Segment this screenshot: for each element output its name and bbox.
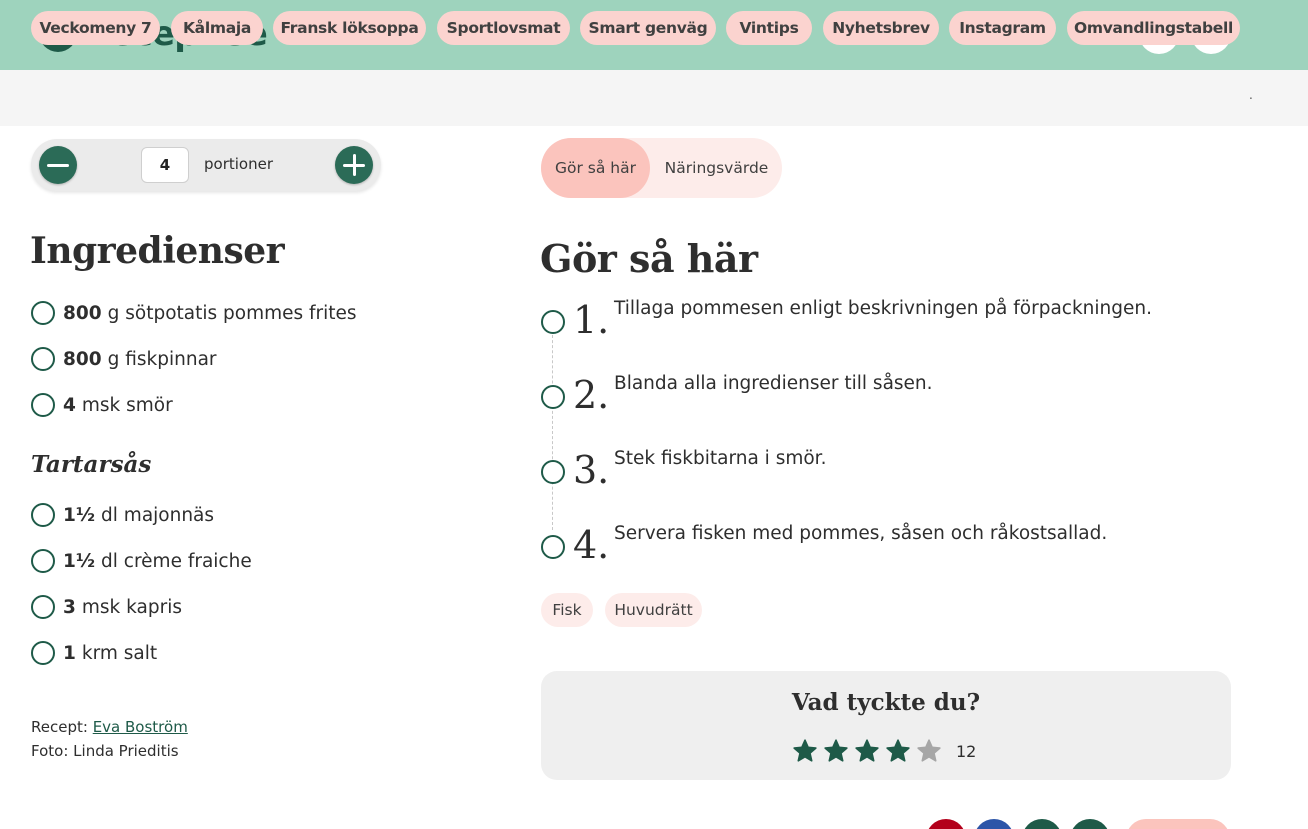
chip-fransk-loksoppa[interactable]: Fransk löksoppa [273, 11, 426, 45]
check-circle-icon[interactable] [541, 460, 565, 484]
star-icon[interactable] [854, 738, 880, 764]
ingredient-item[interactable]: 1½ dl crème fraiche [31, 548, 252, 574]
ingredient-text: g sötpotatis pommes frites [107, 302, 357, 324]
rating-count: 12 [956, 741, 977, 761]
ingredients-heading: Ingredienser [30, 230, 285, 272]
ingredient-amount: 800 [63, 348, 102, 370]
chip-instagram[interactable]: Instagram [949, 11, 1056, 45]
step-text: Servera fisken med pommes, såsen och råk… [614, 523, 1108, 544]
ingredient-item[interactable]: 3 msk kapris [31, 594, 182, 620]
check-circle-icon[interactable] [31, 549, 55, 573]
ingredient-amount: 800 [63, 302, 102, 324]
chip-omvandlingstabell[interactable]: Omvandlingstabell [1067, 11, 1240, 45]
star-icon[interactable] [823, 738, 849, 764]
portions-input[interactable] [141, 147, 189, 183]
ingredient-text: msk kapris [81, 596, 182, 618]
chip-nyhetsbrev[interactable]: Nyhetsbrev [823, 11, 939, 45]
portions-label: portioner [204, 155, 273, 173]
recipe-credit-label: Recept: [31, 718, 88, 736]
check-circle-icon[interactable] [31, 347, 55, 371]
ingredient-text: dl majonnäs [101, 504, 215, 526]
chip-sportlovsmat[interactable]: Sportlovsmat [437, 11, 570, 45]
share-pinterest-button[interactable] [926, 819, 966, 829]
print-button[interactable] [1126, 819, 1230, 829]
portions-stepper: portioner [31, 139, 381, 191]
check-circle-icon[interactable] [31, 595, 55, 619]
quick-links-bar [0, 70, 1308, 126]
tag-huvudratt[interactable]: Huvudrätt [605, 593, 702, 627]
check-circle-icon[interactable] [31, 641, 55, 665]
chip-overflow: . [1249, 88, 1253, 102]
star-icon[interactable] [916, 738, 942, 764]
chip-vintips[interactable]: Vintips [726, 11, 812, 45]
ingredient-text: msk smör [81, 394, 173, 416]
chip-kalmaja[interactable]: Kålmaja [171, 11, 263, 45]
increase-portions-button[interactable] [335, 146, 373, 184]
check-circle-icon[interactable] [31, 503, 55, 527]
photo-credit-label: Foto: [31, 742, 69, 760]
photo-credit: Foto: Linda Prieditis [31, 742, 179, 760]
star-icon[interactable] [792, 738, 818, 764]
ingredient-item[interactable]: 1 krm salt [31, 640, 157, 666]
recipe-tabs: Gör så här Näringsvärde [541, 138, 782, 198]
ingredient-item[interactable]: 4 msk smör [31, 392, 173, 418]
instructions-heading: Gör så här [540, 236, 758, 281]
share-facebook-button[interactable] [974, 819, 1014, 829]
ingredient-amount: 1 [63, 642, 76, 664]
rating-stars: 12 [792, 738, 976, 764]
tab-nutrition[interactable]: Näringsvärde [653, 138, 780, 198]
tag-fisk[interactable]: Fisk [541, 593, 593, 627]
step-number: 2. [573, 373, 610, 417]
steps-connector [552, 330, 553, 530]
decrease-portions-button[interactable] [39, 146, 77, 184]
check-circle-icon[interactable] [31, 301, 55, 325]
step-text: Stek fiskbitarna i smör. [614, 448, 827, 469]
rating-box: Vad tyckte du? 12 [541, 671, 1231, 780]
chip-smart-genvag[interactable]: Smart genväg [580, 11, 716, 45]
ingredient-amount: 3 [63, 596, 76, 618]
chip-veckomeny[interactable]: Veckomeny 7 [31, 11, 160, 45]
check-circle-icon[interactable] [31, 393, 55, 417]
share-button[interactable] [1022, 819, 1062, 829]
ingredient-amount: 1½ [63, 504, 96, 526]
ingredient-group-heading: Tartarsås [31, 451, 152, 478]
step-number: 3. [573, 448, 610, 492]
photo-author: Linda Prieditis [73, 742, 179, 760]
step-text: Blanda alla ingredienser till såsen. [614, 373, 933, 394]
ingredient-item[interactable]: 800 g fiskpinnar [31, 346, 217, 372]
tab-instructions[interactable]: Gör så här [541, 138, 650, 198]
rating-title: Vad tyckte du? [791, 689, 981, 716]
recipe-credit: Recept: Eva Boström [31, 718, 188, 736]
step-number: 4. [573, 523, 610, 567]
ingredient-text: g fiskpinnar [107, 348, 217, 370]
ingredient-text: dl crème fraiche [101, 550, 252, 572]
ingredient-amount: 1½ [63, 550, 96, 572]
check-circle-icon[interactable] [541, 535, 565, 559]
check-circle-icon[interactable] [541, 310, 565, 334]
check-circle-icon[interactable] [541, 385, 565, 409]
ingredient-amount: 4 [63, 394, 76, 416]
minus-icon [47, 163, 69, 167]
recipe-author-link[interactable]: Eva Boström [93, 718, 188, 736]
ingredient-item[interactable]: 1½ dl majonnäs [31, 502, 214, 528]
star-icon[interactable] [885, 738, 911, 764]
step-number: 1. [573, 298, 610, 342]
share-email-button[interactable] [1070, 819, 1110, 829]
ingredient-item[interactable]: 800 g sötpotatis pommes frites [31, 300, 357, 326]
step-text: Tillaga pommesen enligt beskrivningen på… [614, 298, 1152, 319]
ingredient-text: krm salt [81, 642, 158, 664]
